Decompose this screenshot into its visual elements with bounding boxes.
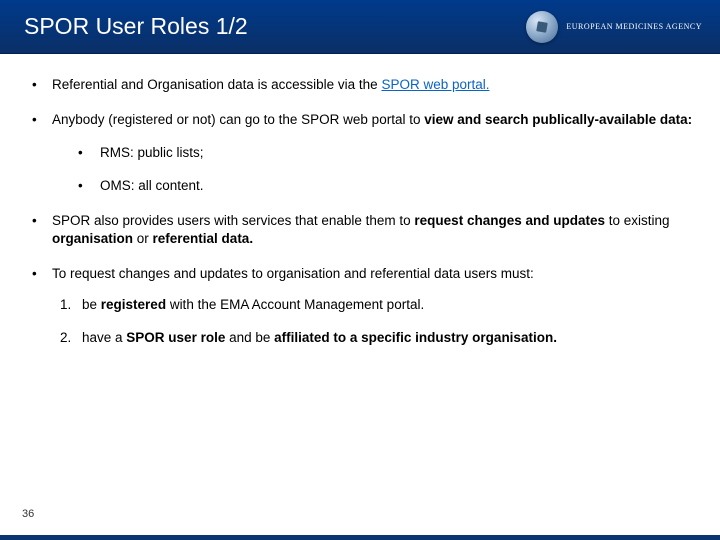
slide-body: Referential and Organisation data is acc… bbox=[0, 54, 720, 348]
bullet-3-c: to existing bbox=[605, 213, 670, 228]
numbered-item-2: 2. have a SPOR user role and be affiliat… bbox=[60, 329, 694, 348]
bullet-2-lead: Anybody (registered or not) bbox=[52, 112, 219, 127]
bullet-1: Referential and Organisation data is acc… bbox=[26, 76, 694, 95]
numbered-list: 1. be registered with the EMA Account Ma… bbox=[60, 296, 694, 348]
bullet-3-d: organisation bbox=[52, 231, 133, 246]
bullet-4: To request changes and updates to organi… bbox=[26, 265, 694, 348]
num-1-c: with the EMA Account Management portal. bbox=[166, 297, 424, 312]
bullet-1-text: Referential and Organisation data is acc… bbox=[52, 77, 381, 92]
num-2-d: affiliated to a specific industry organi… bbox=[274, 330, 557, 345]
num-2-a: have a bbox=[82, 330, 126, 345]
slide-header: SPOR User Roles 1/2 EUROPEAN MEDICINES A… bbox=[0, 0, 720, 54]
bullet-2: Anybody (registered or not) can go to th… bbox=[26, 111, 694, 196]
num-1-b: registered bbox=[101, 297, 166, 312]
bullet-2-bold: view and search publically-available dat… bbox=[424, 112, 692, 127]
main-bullet-list: Referential and Organisation data is acc… bbox=[26, 76, 694, 348]
bullet-3-b: request changes and updates bbox=[414, 213, 605, 228]
page-number: 36 bbox=[22, 508, 34, 520]
footer-bar bbox=[0, 535, 720, 540]
bullet-3-f: referential data. bbox=[153, 231, 254, 246]
num-1-marker: 1. bbox=[60, 296, 71, 315]
spor-portal-link[interactable]: SPOR web portal. bbox=[381, 77, 489, 92]
bullet-3-a: SPOR also provides users with services t… bbox=[52, 213, 414, 228]
sub-bullet-rms: RMS: public lists; bbox=[72, 144, 694, 163]
num-1-a: be bbox=[82, 297, 101, 312]
bullet-2-mid: can go to the SPOR web portal to bbox=[219, 112, 424, 127]
bullet-3: SPOR also provides users with services t… bbox=[26, 212, 694, 250]
slide-title: SPOR User Roles 1/2 bbox=[24, 13, 248, 40]
globe-icon-inner bbox=[537, 21, 549, 33]
num-2-marker: 2. bbox=[60, 329, 71, 348]
sub-bullet-oms: OMS: all content. bbox=[72, 177, 694, 196]
bullet-3-e: or bbox=[133, 231, 153, 246]
bullet-4-text: To request changes and updates to organi… bbox=[52, 266, 534, 281]
agency-name: EUROPEAN MEDICINES AGENCY bbox=[566, 22, 702, 31]
numbered-item-1: 1. be registered with the EMA Account Ma… bbox=[60, 296, 694, 315]
num-2-b: SPOR user role bbox=[126, 330, 225, 345]
header-logo-block: EUROPEAN MEDICINES AGENCY bbox=[526, 11, 702, 43]
globe-icon bbox=[526, 11, 558, 43]
sub-bullet-list: RMS: public lists; OMS: all content. bbox=[72, 144, 694, 196]
num-2-c: and be bbox=[225, 330, 274, 345]
